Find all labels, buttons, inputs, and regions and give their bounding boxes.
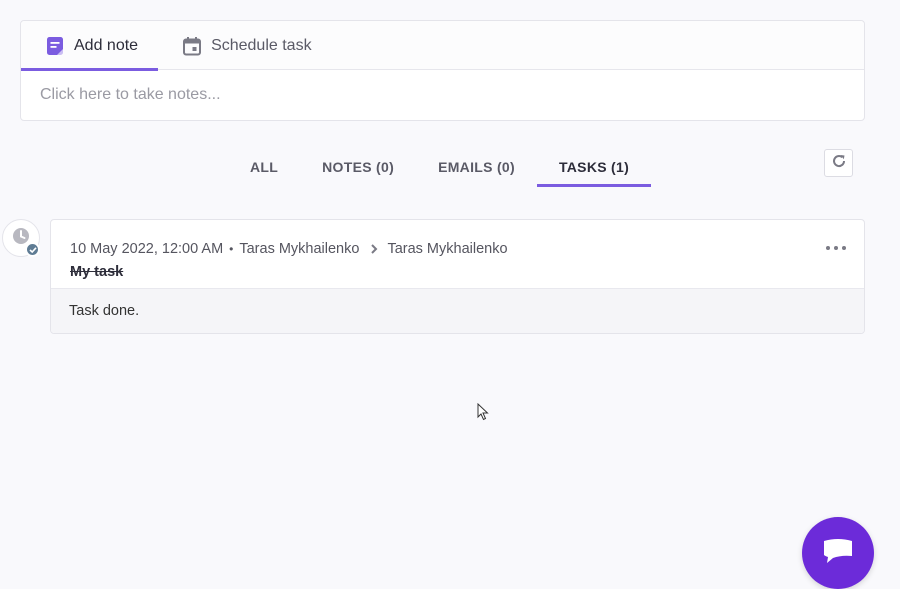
more-dot [834, 246, 838, 250]
chevron-right-icon [369, 243, 379, 255]
calendar-icon [182, 36, 202, 56]
tab-notes[interactable]: NOTES (0) [300, 146, 416, 187]
mouse-cursor-icon [477, 402, 489, 421]
task-title: My task [70, 264, 124, 280]
task-timestamp: 10 May 2022, 12:00 AM [70, 241, 224, 257]
chat-launcher-button[interactable] [802, 517, 874, 589]
more-dot [842, 246, 846, 250]
task-author[interactable]: Taras Mykhailenko [239, 241, 359, 257]
note-icon [45, 36, 65, 56]
tab-all[interactable]: ALL [228, 146, 300, 187]
note-editor: Add note Schedule task [20, 20, 865, 121]
task-item: 10 May 2022, 12:00 AM • Taras Mykhailenk… [50, 219, 865, 334]
refresh-icon [831, 153, 847, 174]
note-editor-tabs: Add note Schedule task [21, 21, 864, 71]
more-dot [826, 246, 830, 250]
task-assignee[interactable]: Taras Mykhailenko [387, 241, 507, 257]
meta-separator: • [229, 242, 234, 256]
tab-schedule-task[interactable]: Schedule task [158, 21, 332, 70]
tab-add-note-label: Add note [74, 36, 139, 54]
chat-bubble-icon [821, 536, 855, 571]
check-icon [28, 241, 37, 259]
tab-tasks[interactable]: TASKS (1) [536, 146, 652, 187]
tab-emails[interactable]: EMAILS (0) [416, 146, 537, 187]
task-body: Task done. [51, 288, 864, 333]
tab-add-note[interactable]: Add note [21, 21, 159, 71]
tab-schedule-task-label: Schedule task [211, 36, 312, 54]
task-done-badge [25, 242, 40, 257]
task-meta: 10 May 2022, 12:00 AM • Taras Mykhailenk… [70, 241, 508, 257]
activity-filter-tabs: ALL NOTES (0) EMAILS (0) TASKS (1) [228, 146, 652, 187]
note-input[interactable] [21, 70, 864, 120]
more-options-button[interactable] [826, 242, 846, 254]
refresh-button[interactable] [824, 149, 853, 177]
